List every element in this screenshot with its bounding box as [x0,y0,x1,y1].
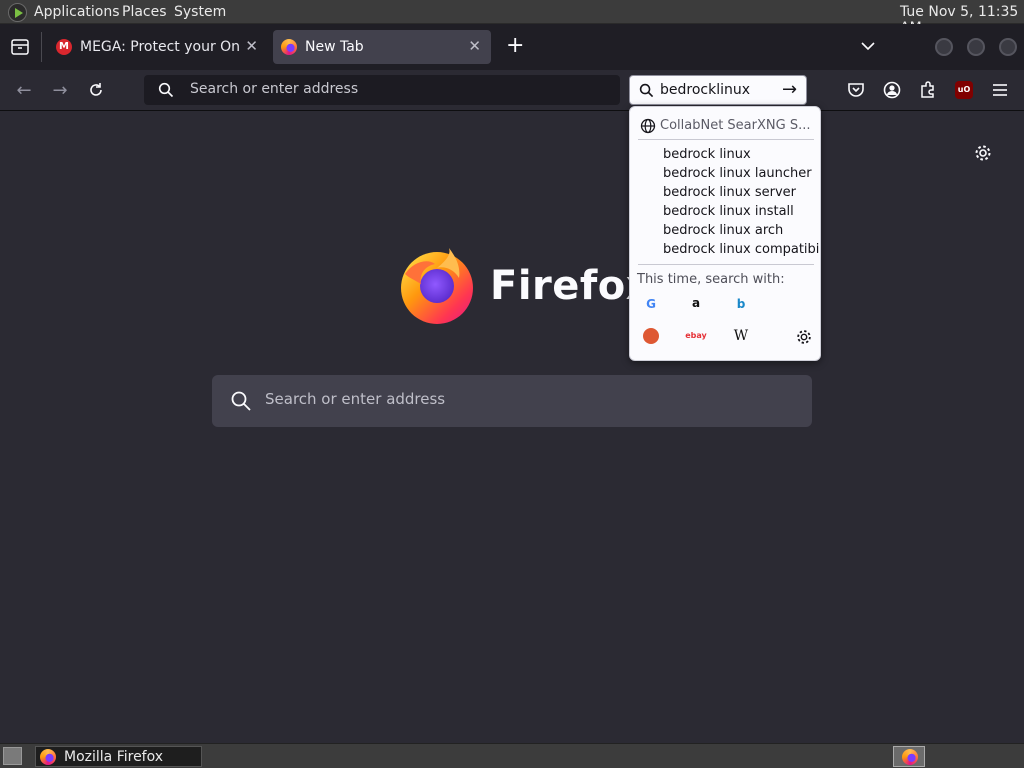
amazon-icon[interactable]: a [684,291,708,315]
minimize-button[interactable] [935,38,953,56]
bing-icon[interactable]: b [729,292,753,316]
settings-icon[interactable] [795,328,813,346]
suggestion-item[interactable]: bedrock linux server [663,185,819,200]
search-bar-value: bedrocklinux [660,82,751,98]
suggestion-item[interactable]: bedrock linux install [663,204,819,219]
newtab-search-placeholder: Search or enter address [265,390,446,408]
divider [638,139,814,140]
system-logo-icon[interactable] [8,3,27,22]
top-panel: Applications Places System Tue Nov 5, 11… [0,0,1024,36]
new-tab-button[interactable]: + [506,33,524,58]
firefox-view-icon[interactable] [10,38,30,56]
firefox-logo-icon [401,248,473,324]
close-window-button[interactable] [999,38,1017,56]
extensions-icon[interactable] [918,80,938,100]
places-menu[interactable]: Places [122,4,167,20]
suggestion-item[interactable]: bedrock linux arch [663,223,819,238]
system-menu[interactable]: System [174,4,226,20]
list-all-tabs-icon[interactable] [860,40,876,52]
navigation-toolbar: ← → Search or enter address bedrocklinux… [0,70,1024,111]
url-bar[interactable]: Search or enter address [144,75,620,105]
bottom-panel: Mozilla Firefox [0,743,1024,768]
tab-strip: M MEGA: Protect your Online I ✕ New Tab … [0,24,1024,70]
new-tab-page: Firefox Search or enter address [0,111,1024,743]
maximize-button[interactable] [967,38,985,56]
applications-menu[interactable]: Applications [34,4,120,20]
tab-title: New Tab [305,39,364,55]
suggestion-item[interactable]: bedrock linux compatibi... [663,242,819,257]
reload-icon[interactable] [87,81,105,99]
tab-new-tab[interactable]: New Tab ✕ [273,30,491,64]
hamburger-menu-icon[interactable] [990,80,1010,100]
tab-separator [41,32,42,62]
workspace-switcher[interactable] [893,746,925,767]
suggestion-item[interactable]: bedrock linux launcher [663,166,819,181]
tab-mega[interactable]: M MEGA: Protect your Online I ✕ [48,30,268,64]
wikipedia-icon[interactable]: W [729,324,753,348]
divider [638,264,814,265]
search-icon [639,83,654,98]
url-bar-placeholder: Search or enter address [190,81,359,97]
forward-arrow-icon[interactable]: → [47,78,73,104]
search-engine-header[interactable]: CollabNet SearXNG S... [660,118,810,133]
mega-icon: M [56,39,72,55]
suggestion-item[interactable]: bedrock linux [663,147,819,162]
taskbar-window-title: Mozilla Firefox [64,748,164,765]
globe-icon [640,118,656,134]
show-desktop-button[interactable] [3,747,22,765]
search-bar[interactable]: bedrocklinux → [629,75,807,105]
taskbar-firefox-window[interactable]: Mozilla Firefox [35,746,202,767]
firefox-icon [281,39,297,55]
firefox-icon [902,749,918,765]
close-tab-icon[interactable]: ✕ [245,37,258,55]
google-icon[interactable]: G [639,292,663,316]
newtab-search-box[interactable]: Search or enter address [212,375,812,427]
duckduckgo-icon[interactable] [639,324,663,348]
search-icon [158,82,174,98]
account-icon[interactable] [882,80,902,100]
firefox-wordmark: Firefox [490,263,653,309]
pocket-icon[interactable] [846,80,866,100]
go-arrow-icon[interactable]: → [782,79,797,100]
settings-gear-icon[interactable] [973,143,993,163]
search-suggestions-popup: CollabNet SearXNG S... bedrock linux bed… [629,106,821,361]
search-icon [231,391,251,411]
ebay-icon[interactable]: ebay [684,324,708,348]
ublock-origin-icon[interactable]: uO [955,81,973,99]
back-arrow-icon[interactable]: ← [11,78,37,104]
tab-title: MEGA: Protect your Online I [80,39,240,55]
close-tab-icon[interactable]: ✕ [468,37,481,55]
firefox-icon [40,748,56,765]
one-off-search-label: This time, search with: [637,272,785,287]
